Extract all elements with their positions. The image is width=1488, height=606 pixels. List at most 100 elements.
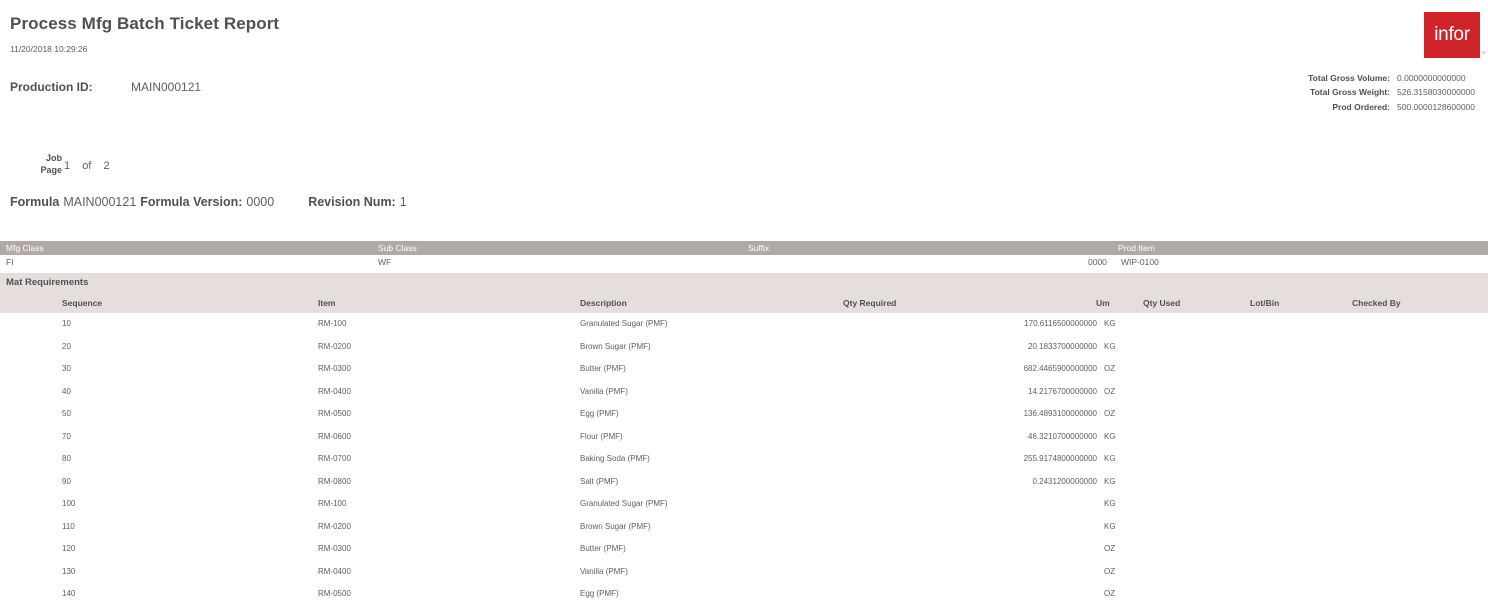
column-header-prod-item: Prod Item bbox=[1118, 243, 1155, 253]
revision-num-label: Revision Num: bbox=[308, 195, 396, 209]
class-table-header: Mfg Class Sub Class Suffix Prod Item bbox=[0, 241, 1488, 255]
table-row: 30 RM-0300 Butter (PMF) 682.4465900000000 OZ bbox=[0, 358, 1488, 381]
table-row: 40 RM-0400 Vanilla (PMF) 14.2176700000000 OZ bbox=[0, 381, 1488, 404]
job-page-label: Job Page bbox=[24, 152, 62, 176]
total-gross-volume-label: Total Gross Volume: bbox=[1308, 73, 1390, 83]
total-gross-weight-label: Total Gross Weight: bbox=[1310, 87, 1390, 98]
cell-item: RM-0200 bbox=[318, 521, 351, 531]
cell-description: Brown Sugar (PMF) bbox=[580, 341, 651, 351]
cell-description: Baking Soda (PMF) bbox=[580, 454, 650, 463]
cell-um: OZ bbox=[1104, 409, 1116, 418]
cell-item: RM-0500 bbox=[318, 409, 351, 418]
column-header-item: Item bbox=[318, 298, 336, 308]
column-header-mfg-class: Mfg Class bbox=[6, 243, 44, 253]
job-value: 1 bbox=[64, 160, 71, 172]
mat-requirements-title: Mat Requirements bbox=[6, 277, 89, 288]
cell-description: Brown Sugar (PMF) bbox=[580, 521, 651, 531]
table-row: 120 RM-0300 Butter (PMF) OZ bbox=[0, 538, 1488, 561]
cell-item: RM-0800 bbox=[318, 476, 351, 486]
cell-um: KG bbox=[1104, 341, 1116, 351]
cell-qty-required: 14.2176700000000 bbox=[1028, 386, 1097, 396]
infor-logo: infor bbox=[1424, 12, 1480, 58]
production-id-value: MAIN000121 bbox=[131, 80, 202, 94]
of-label: of bbox=[82, 160, 92, 172]
table-row: 70 RM-0600 Flour (PMF) 46.3210700000000 KG bbox=[0, 426, 1488, 449]
table-row: 140 RM-0500 Egg (PMF) OZ bbox=[0, 583, 1488, 606]
infor-logo-text: infor bbox=[1434, 24, 1470, 45]
totals-summary: Total Gross Volume: 0.0000000000000 Tota… bbox=[1300, 73, 1488, 116]
cell-qty-required: 136.4893100000000 bbox=[1023, 409, 1097, 418]
cell-item: RM-100 bbox=[318, 499, 347, 508]
cell-sequence: 100 bbox=[62, 499, 76, 508]
cell-item: RM-0300 bbox=[318, 364, 351, 373]
column-header-sub-class: Sub Class bbox=[378, 243, 417, 253]
cell-um: KG bbox=[1104, 476, 1116, 486]
total-gross-volume-row: Total Gross Volume: 0.0000000000000 bbox=[1300, 73, 1488, 83]
production-id-label: Production ID: bbox=[10, 80, 93, 94]
table-row: 50 RM-0500 Egg (PMF) 136.4893100000000 OZ bbox=[0, 403, 1488, 426]
column-header-description: Description bbox=[580, 298, 627, 308]
cell-sequence: 110 bbox=[62, 521, 75, 531]
table-row: 90 RM-0800 Salt (PMF) 0.2431200000000 KG bbox=[0, 471, 1488, 494]
prod-ordered-row: Prod Ordered: 500.0000128600000 bbox=[1300, 102, 1488, 112]
cell-sequence: 50 bbox=[62, 409, 71, 418]
table-row: 80 RM-0700 Baking Soda (PMF) 255.9174800000… bbox=[0, 448, 1488, 471]
mat-requirements-rows: 10 RM-100 Granulated Sugar (PMF) 170.611650… bbox=[0, 313, 1488, 606]
trademark-symbol: ™ bbox=[1481, 51, 1486, 57]
column-header-sequence: Sequence bbox=[62, 298, 103, 308]
total-gross-weight-row: Total Gross Weight: 526.3158030000000 bbox=[1300, 87, 1488, 97]
cell-suffix: 0000 bbox=[1088, 257, 1107, 267]
table-row: 20 RM-0200 Brown Sugar (PMF) 20.18337000000… bbox=[0, 336, 1488, 359]
cell-sequence: 10 bbox=[62, 319, 71, 328]
cell-qty-required: 20.1833700000000 bbox=[1028, 341, 1097, 351]
total-gross-weight-value: 526.3158030000000 bbox=[1397, 87, 1475, 98]
page-value: 2 bbox=[103, 160, 110, 172]
cell-description: Butter (PMF) bbox=[580, 544, 626, 553]
cell-sequence: 130 bbox=[62, 566, 76, 576]
page-label: Page bbox=[40, 165, 62, 176]
table-row: 130 RM-0400 Vanilla (PMF) OZ bbox=[0, 561, 1488, 584]
cell-item: RM-0200 bbox=[318, 341, 351, 351]
cell-qty-required: 170.6116500000000 bbox=[1024, 319, 1097, 328]
cell-um: OZ bbox=[1104, 566, 1116, 576]
cell-um: KG bbox=[1104, 499, 1116, 508]
cell-item: RM-0600 bbox=[318, 431, 351, 441]
column-header-qty-used: Qty Used bbox=[1143, 298, 1181, 308]
cell-prod-item: WIP-0100 bbox=[1121, 257, 1159, 267]
column-header-suffix: Suffix bbox=[748, 243, 770, 253]
cell-qty-required: 46.3210700000000 bbox=[1028, 431, 1097, 441]
cell-um: OZ bbox=[1104, 364, 1116, 373]
cell-item: RM-0400 bbox=[318, 566, 351, 576]
job-page-values: 1 of 2 bbox=[64, 160, 119, 172]
cell-sequence: 80 bbox=[62, 454, 71, 463]
cell-description: Vanilla (PMF) bbox=[580, 386, 628, 396]
table-row: 110 RM-0200 Brown Sugar (PMF) KG bbox=[0, 516, 1488, 539]
column-header-checked-by: Checked By bbox=[1352, 298, 1401, 308]
cell-description: Flour (PMF) bbox=[580, 431, 623, 441]
cell-mfg-class: FI bbox=[6, 257, 14, 267]
cell-description: Egg (PMF) bbox=[580, 409, 619, 418]
cell-description: Salt (PMF) bbox=[580, 476, 619, 486]
cell-qty-required: 255.9174800000000 bbox=[1023, 454, 1097, 463]
cell-item: RM-0400 bbox=[318, 386, 351, 396]
formula-label: Formula bbox=[10, 195, 60, 209]
cell-item: RM-0300 bbox=[318, 544, 351, 553]
cell-um: KG bbox=[1104, 521, 1116, 531]
page-title: Process Mfg Batch Ticket Report bbox=[10, 14, 280, 33]
total-gross-volume-value: 0.0000000000000 bbox=[1397, 73, 1466, 83]
cell-sequence: 30 bbox=[62, 364, 71, 373]
cell-qty-required: 0.2431200000000 bbox=[1032, 476, 1097, 486]
revision-num-value: 1 bbox=[399, 195, 407, 209]
column-header-um: Um bbox=[1096, 298, 1110, 308]
cell-description: Vanilla (PMF) bbox=[580, 566, 628, 576]
report-timestamp: 11/20/2018 10:29:26 bbox=[10, 44, 88, 54]
cell-um: OZ bbox=[1104, 544, 1116, 553]
formula-version-label: Formula Version: bbox=[140, 195, 243, 209]
cell-qty-required: 682.4465900000000 bbox=[1023, 364, 1097, 373]
cell-sequence: 20 bbox=[62, 341, 71, 351]
cell-description: Butter (PMF) bbox=[580, 364, 626, 373]
formula-value: MAIN000121 bbox=[63, 195, 137, 209]
class-table-row: FI WF 0000 WIP-0100 bbox=[0, 256, 1488, 270]
column-header-qty-required: Qty Required bbox=[843, 298, 897, 308]
prod-ordered-label: Prod Ordered: bbox=[1332, 101, 1390, 112]
